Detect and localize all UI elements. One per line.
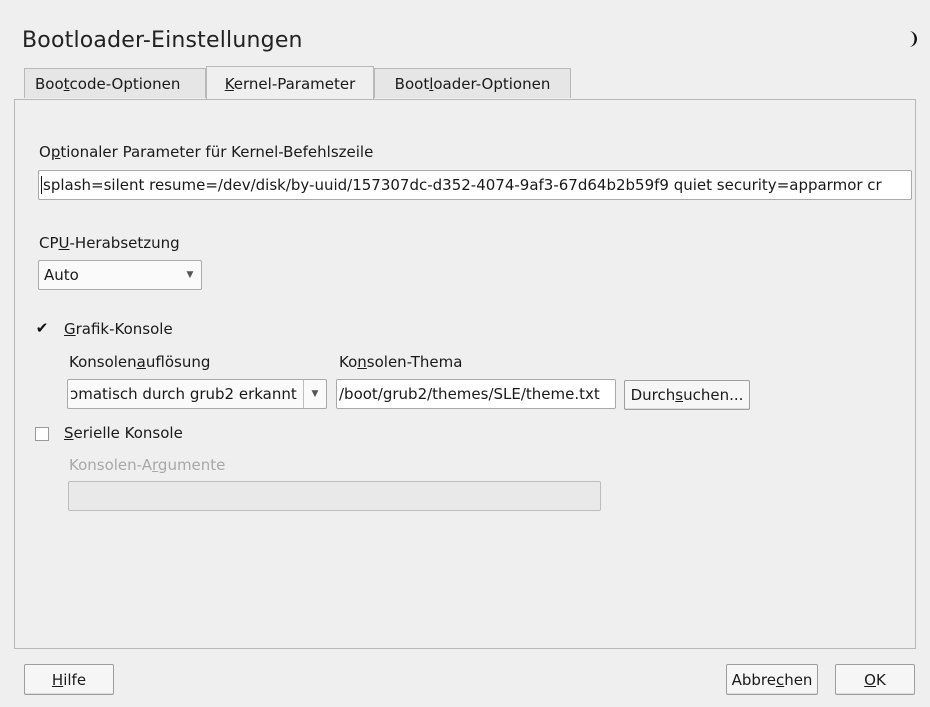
tab-bootloader-options[interactable]: Bootloader-Optionen [374,68,571,98]
console-theme-label: Konsolen-Thema [339,353,463,371]
tab-bootcode-options[interactable]: Bootcode-Optionen [24,68,206,98]
console-resolution-select[interactable]: ɔmatisch durch grub2 erkannt ▼ [67,379,327,409]
kernel-params-label: Optionaler Parameter für Kernel-Befehlsz… [39,143,374,161]
tab-label: Bootloader-Optionen [394,74,551,93]
graphic-console-checkbox[interactable]: ✔ [35,318,49,337]
help-button[interactable]: Hilfe [24,664,114,695]
browse-button-label: Durchsuchen... [630,386,744,404]
cancel-button[interactable]: Abbrechen [726,664,818,695]
moon-icon [909,31,917,47]
tab-label: Kernel-Parameter [224,74,356,93]
console-theme-value: /boot/grub2/themes/SLE/theme.txt [339,385,600,403]
window-title: Bootloader-Einstellungen [22,28,303,53]
kernel-params-input[interactable]: splash=silent resume=/dev/disk/by-uuid/1… [38,170,912,200]
checkmark-icon: ✔ [35,318,49,337]
cpu-mitigation-value: Auto [44,266,79,284]
cancel-button-label: Abbrechen [731,670,813,689]
ok-button[interactable]: OK [835,664,915,695]
console-resolution-value: ɔmatisch durch grub2 erkannt [70,385,297,403]
chevron-down-icon: ▼ [186,270,194,280]
console-theme-input[interactable]: /boot/grub2/themes/SLE/theme.txt [336,379,616,409]
kernel-params-value: splash=silent resume=/dev/disk/by-uuid/1… [43,176,882,194]
tab-kernel-parameters[interactable]: Kernel-Parameter [206,66,374,100]
help-button-label: Hilfe [51,670,87,689]
ok-button-label: OK [864,670,886,689]
chevron-down-icon: ▼ [303,380,326,408]
serial-console-checkbox[interactable] [35,427,49,441]
console-resolution-label: Konsolenauflösung [69,353,211,371]
cpu-mitigation-select[interactable]: Auto ▼ [38,260,202,290]
console-arguments-input[interactable] [68,481,601,511]
cpu-mitigation-label: CPU-Herabsetzung [39,234,180,252]
serial-console-label[interactable]: Serielle Konsole [64,424,183,442]
browse-button[interactable]: Durchsuchen... [624,380,750,410]
tab-label: Bootcode-Optionen [35,74,181,93]
console-arguments-label: Konsolen-Argumente [69,456,226,474]
text-cursor [41,176,42,194]
graphic-console-label[interactable]: Grafik-Konsole [64,320,173,338]
